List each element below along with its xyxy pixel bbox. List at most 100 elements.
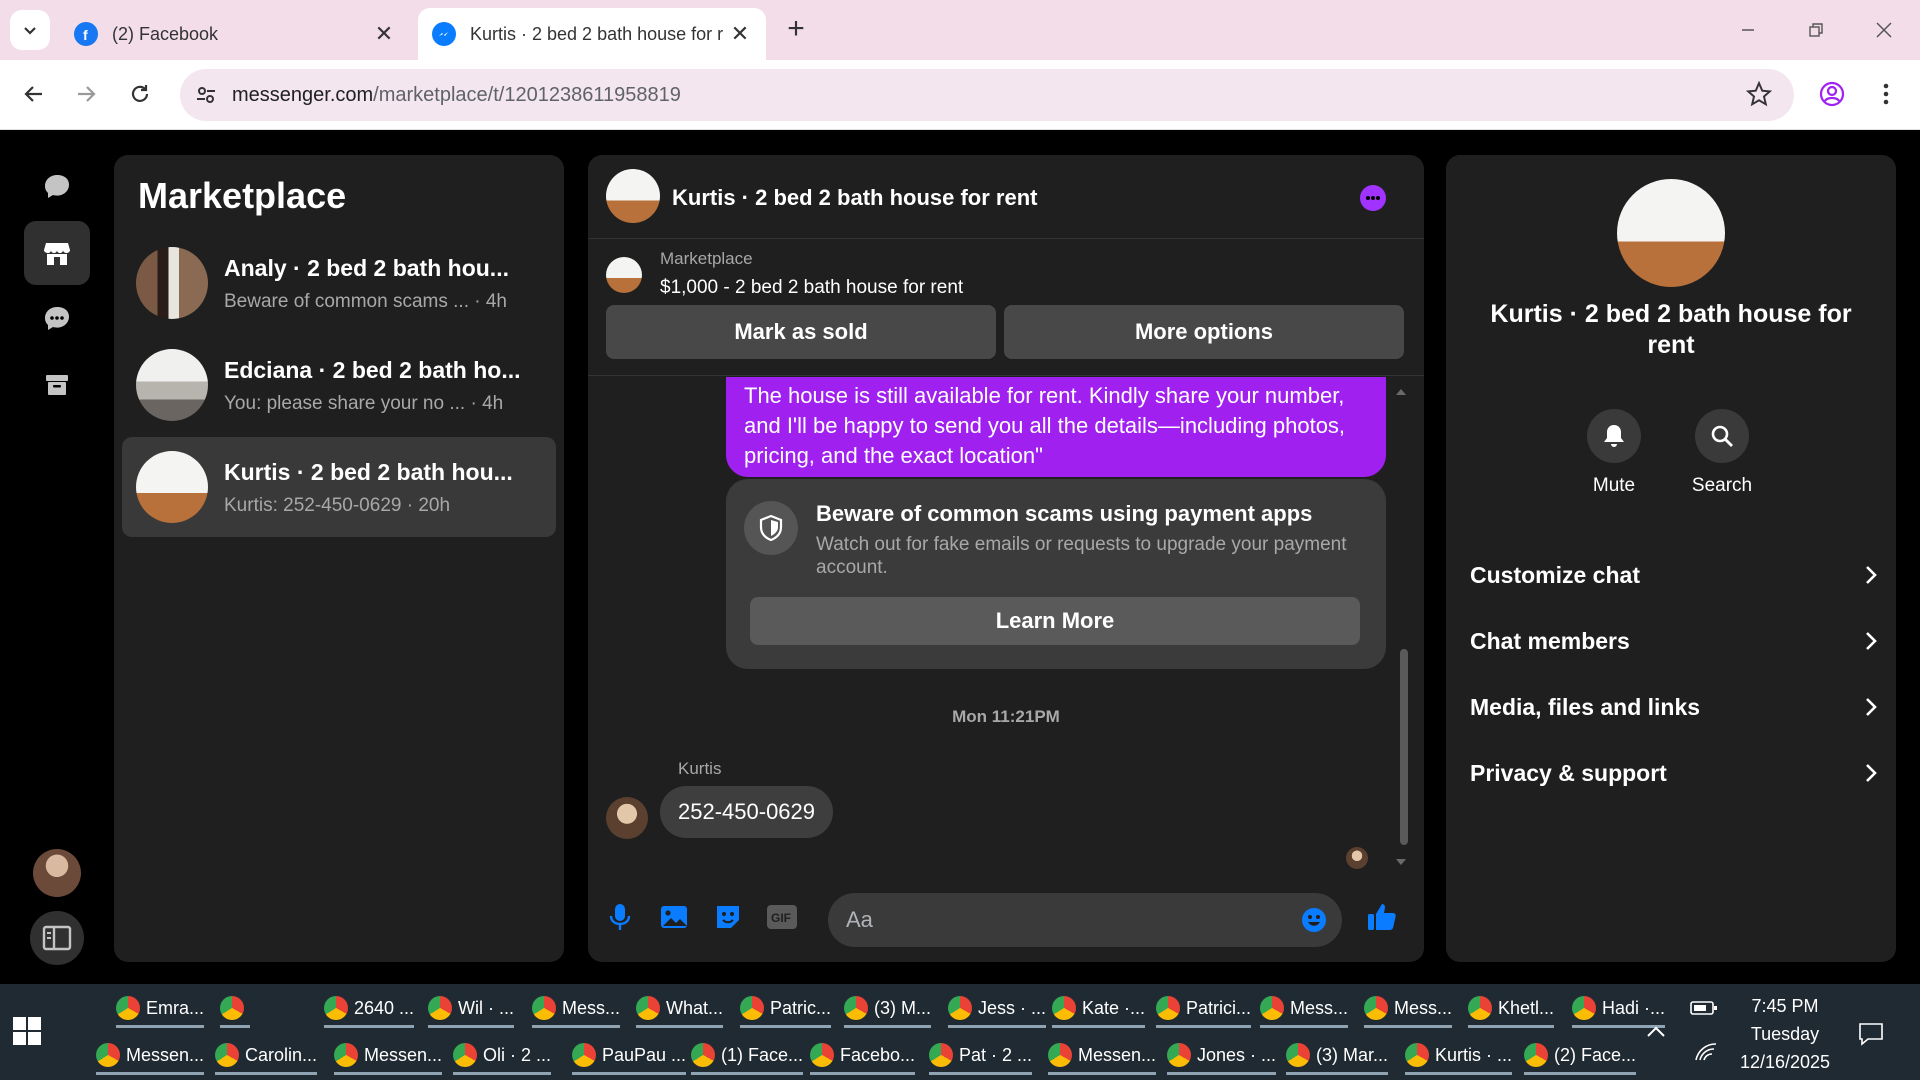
taskbar-app-item[interactable]: Khetl... [1468,988,1555,1028]
chrome-icon [844,996,868,1020]
url-text: messenger.com/marketplace/t/120123861195… [232,83,681,106]
emoji-icon[interactable] [1300,906,1328,939]
taskbar-app-item[interactable]: Messen... [1048,1035,1157,1075]
mute-button[interactable]: Mute [1564,409,1664,497]
chevron-up-icon[interactable] [1645,998,1667,1058]
privacy-support-row[interactable]: Privacy & support [1470,749,1878,797]
rail-message-requests-button[interactable] [24,287,90,351]
close-icon[interactable]: ✕ [372,21,396,47]
outgoing-message[interactable]: The house is still available for rent. K… [726,377,1386,477]
close-icon[interactable]: ✕ [728,21,752,47]
sender-avatar[interactable] [606,797,648,839]
customize-chat-row[interactable]: Customize chat [1470,551,1878,599]
conversation-item[interactable]: Analy · 2 bed 2 bath hou... Beware of co… [122,233,556,333]
taskbar-app-item[interactable]: (1) Face... [691,1035,804,1075]
user-avatar[interactable] [33,849,81,897]
taskbar-app-item[interactable]: Kate ·... [1052,988,1146,1028]
notifications-icon[interactable] [1858,1022,1884,1046]
taskbar-app-item[interactable]: Jess · ... [948,988,1047,1028]
taskbar-app-item[interactable]: Emra... [116,988,205,1028]
chrome-icon [1167,1043,1191,1067]
taskbar-app-item[interactable]: Pat · 2 ... [929,1035,1033,1075]
taskbar-app-item[interactable]: Mess... [532,988,621,1028]
address-bar[interactable]: messenger.com/marketplace/t/120123861195… [180,69,1794,121]
sticker-button[interactable] [710,899,746,935]
listing-price[interactable]: $1,000 - 2 bed 2 bath house for rent [660,277,963,299]
browser-menu-button[interactable] [1866,74,1906,114]
taskbar-app-item[interactable]: Carolin... [215,1035,318,1075]
more-options-button[interactable]: More options [1004,305,1404,359]
profile-button[interactable] [1812,74,1852,114]
chat-title[interactable]: Kurtis · 2 bed 2 bath house for rent [672,185,1037,211]
reload-button[interactable] [120,74,160,114]
minimize-button[interactable] [1728,12,1768,48]
like-button[interactable] [1364,899,1400,935]
battery-icon[interactable] [1690,998,1718,1018]
media-files-links-row[interactable]: Media, files and links [1470,683,1878,731]
chevron-down-icon [24,27,36,35]
chat-members-row[interactable]: Chat members [1470,617,1878,665]
browser-toolbar: messenger.com/marketplace/t/120123861195… [0,60,1920,130]
conversation-item[interactable]: Edciana · 2 bed 2 bath ho... You: please… [122,335,556,435]
archive-icon [46,375,68,395]
tab-messenger[interactable]: Kurtis · 2 bed 2 bath house for r ✕ [418,8,766,60]
taskbar-app-item[interactable]: Jones · ... [1167,1035,1277,1075]
attach-photo-button[interactable] [656,899,692,935]
taskbar-app-item[interactable]: Mess... [1260,988,1349,1028]
rail-archive-button[interactable] [24,353,90,417]
tab-search-dropdown[interactable] [10,10,50,50]
chrome-icon [636,996,660,1020]
taskbar-app-item[interactable]: Facebo... [810,1035,916,1075]
incoming-message[interactable]: 252-450-0629 [660,786,834,838]
forward-button[interactable] [66,74,106,114]
taskbar-app-item[interactable]: What... [636,988,724,1028]
taskbar-app-item[interactable]: 2640 ... [324,988,415,1028]
chrome-icon [810,1043,834,1067]
scrollbar-thumb[interactable] [1400,649,1408,845]
back-button[interactable] [14,74,54,114]
taskbar-app-item[interactable]: Patrici... [1156,988,1252,1028]
taskbar-item-indicator [844,1025,931,1028]
clock-date: 12/16/2025 [1739,1052,1831,1072]
conversation-item-selected[interactable]: Kurtis · 2 bed 2 bath hou... Kurtis: 252… [122,437,556,537]
mute-label: Mute [1592,475,1636,496]
taskbar-app-item[interactable]: Mess... [1364,988,1453,1028]
search-button[interactable]: Search [1672,409,1772,497]
site-settings-icon[interactable] [180,69,232,121]
taskbar-app-item[interactable]: Patric... [740,988,832,1028]
new-tab-button[interactable]: + [780,14,812,46]
restore-button[interactable] [1796,12,1836,48]
toggle-sidebar-button[interactable] [30,911,84,965]
windows-start-icon[interactable] [12,1016,42,1046]
taskbar-app-item[interactable]: (3) Mar... [1286,1035,1389,1075]
taskbar-item-indicator [220,1025,250,1028]
taskbar-app-item[interactable]: Kurtis · ... [1405,1035,1513,1075]
message-input[interactable] [846,893,1286,947]
message-composer: GIF [588,879,1424,955]
rail-chats-button[interactable] [24,155,90,219]
taskbar-app-item[interactable] [220,988,250,1028]
taskbar-item-label: Mess... [1394,997,1453,1018]
minimize-icon [1742,29,1754,31]
close-window-button[interactable] [1864,12,1904,48]
chrome-icon [740,996,764,1020]
gif-button[interactable]: GIF [764,899,800,935]
system-clock[interactable]: 7:45 PM Tuesday 12/16/2025 [1730,992,1840,1076]
taskbar-item-indicator [929,1072,1033,1075]
taskbar-app-item[interactable]: Oli · 2 ... [453,1035,552,1075]
rail-marketplace-button[interactable] [24,221,90,285]
taskbar-app-item[interactable]: Messen... [96,1035,205,1075]
voice-clip-button[interactable] [602,899,638,935]
tab-facebook[interactable]: f (2) Facebook ✕ [60,8,410,60]
wifi-icon[interactable] [1694,1042,1718,1062]
learn-more-button[interactable]: Learn More [750,597,1360,645]
mark-as-sold-button[interactable]: Mark as sold [606,305,996,359]
bookmark-star-icon[interactable] [1745,80,1773,112]
chat-info-button[interactable] [1360,185,1386,211]
chrome-icon [948,996,972,1020]
taskbar-app-item[interactable]: (2) Face... [1524,1035,1637,1075]
taskbar-app-item[interactable]: Messen... [334,1035,443,1075]
taskbar-app-item[interactable]: Wil · ... [428,988,514,1028]
taskbar-app-item[interactable]: (3) M... [844,988,931,1028]
taskbar-app-item[interactable]: PauPau ... [572,1035,687,1075]
